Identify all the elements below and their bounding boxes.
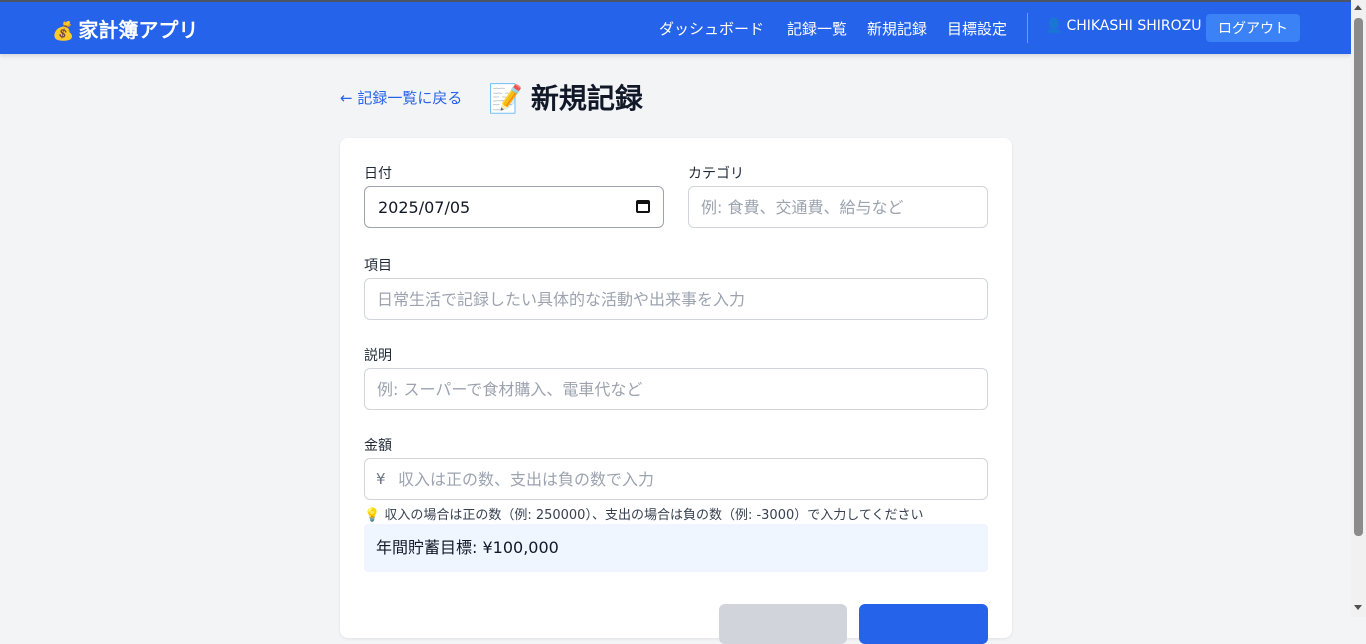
- nav-records-list[interactable]: 記録一覧: [787, 18, 847, 39]
- back-to-list-link[interactable]: ← 記録一覧に戻る: [340, 87, 462, 108]
- amount-hint: 💡 収入の場合は正の数（例: 250000）、支出の場合は負の数（例: -300…: [364, 508, 924, 523]
- scroll-up-arrow-icon[interactable]: [1354, 5, 1362, 10]
- page-title: 📝 新規記録: [488, 77, 643, 117]
- amount-input[interactable]: [364, 458, 988, 500]
- vertical-scrollbar[interactable]: [1351, 0, 1366, 617]
- record-form-card: 日付 2025/07/05 カテゴリ 項目 説明 金額 ¥ 💡 収入の場合は正の…: [340, 138, 1012, 644]
- date-input[interactable]: 2025/07/05: [364, 186, 664, 228]
- annual-savings-goal: 年間貯蓄目標: ¥100,000: [364, 524, 988, 572]
- item-label: 項目: [364, 258, 392, 274]
- item-input[interactable]: [364, 278, 988, 320]
- money-bag-icon: 💰: [52, 21, 75, 42]
- logout-button[interactable]: ログアウト: [1206, 14, 1300, 42]
- memo-icon: 📝: [488, 82, 523, 115]
- nav-goal-settings[interactable]: 目標設定: [947, 18, 1007, 39]
- scrollbar-thumb[interactable]: [1354, 18, 1363, 536]
- user-name: CHIKASHI SHIROZU: [1066, 18, 1202, 34]
- date-label: 日付: [364, 166, 392, 182]
- cancel-button[interactable]: [719, 604, 847, 644]
- amount-label: 金額: [364, 438, 392, 454]
- user-icon: 👤: [1045, 18, 1063, 34]
- top-navbar: 💰 家計簿アプリ ダッシュボード 記録一覧 新規記録 目標設定 👤 CHIKASHI…: [0, 0, 1351, 54]
- description-input[interactable]: [364, 368, 988, 410]
- nav-dashboard[interactable]: ダッシュボード: [659, 18, 764, 39]
- category-input[interactable]: [688, 186, 988, 228]
- category-label: カテゴリ: [688, 166, 744, 182]
- nav-new-record[interactable]: 新規記録: [867, 18, 927, 39]
- description-label: 説明: [364, 348, 392, 364]
- nav-divider: [1027, 13, 1028, 43]
- date-value: 2025/07/05: [378, 198, 471, 217]
- page-title-text: 新規記録: [530, 82, 643, 115]
- app-brand[interactable]: 💰 家計簿アプリ: [52, 14, 198, 43]
- calendar-icon[interactable]: [636, 200, 650, 213]
- save-button[interactable]: [859, 604, 988, 644]
- scroll-down-arrow-icon[interactable]: [1354, 605, 1362, 610]
- yen-prefix: ¥: [376, 470, 386, 488]
- user-info: 👤 CHIKASHI SHIROZU: [1045, 18, 1202, 34]
- brand-label: 家計簿アプリ: [78, 18, 199, 42]
